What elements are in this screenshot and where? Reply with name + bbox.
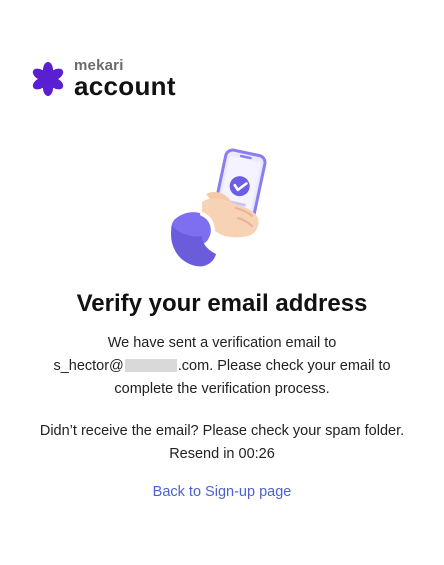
back-link-container: Back to Sign-up page xyxy=(0,484,444,500)
hand-holding-phone-checkmark-icon xyxy=(171,148,267,267)
page-title: Verify your email address xyxy=(76,290,368,317)
logo-product-name: account xyxy=(74,71,176,101)
spam-notice: Didn’t receive the email? Please check y… xyxy=(20,420,424,466)
email-domain-text: .com. Please check your email to xyxy=(177,358,391,374)
message-line-1: We have sent a verification email to xyxy=(107,335,337,351)
email-username: s_hector@ xyxy=(53,358,124,374)
mekari-star-logo-icon xyxy=(32,61,64,96)
logo-wordmark: mekari account xyxy=(74,58,176,99)
message-line-2: s_hector@ .com. Please check your email t… xyxy=(40,355,404,378)
redacted-email-block xyxy=(124,359,177,372)
resend-countdown: Resend in 00:26 xyxy=(169,446,275,462)
back-to-signup-link[interactable]: Back to Sign-up page xyxy=(153,484,292,500)
verification-message: We have sent a verification email to s_h… xyxy=(40,332,404,401)
spam-notice-text: Didn’t receive the email? Please check y… xyxy=(39,423,405,439)
message-line-3: complete the verification process. xyxy=(114,381,330,397)
mekari-account-logo: mekari account xyxy=(30,58,176,99)
